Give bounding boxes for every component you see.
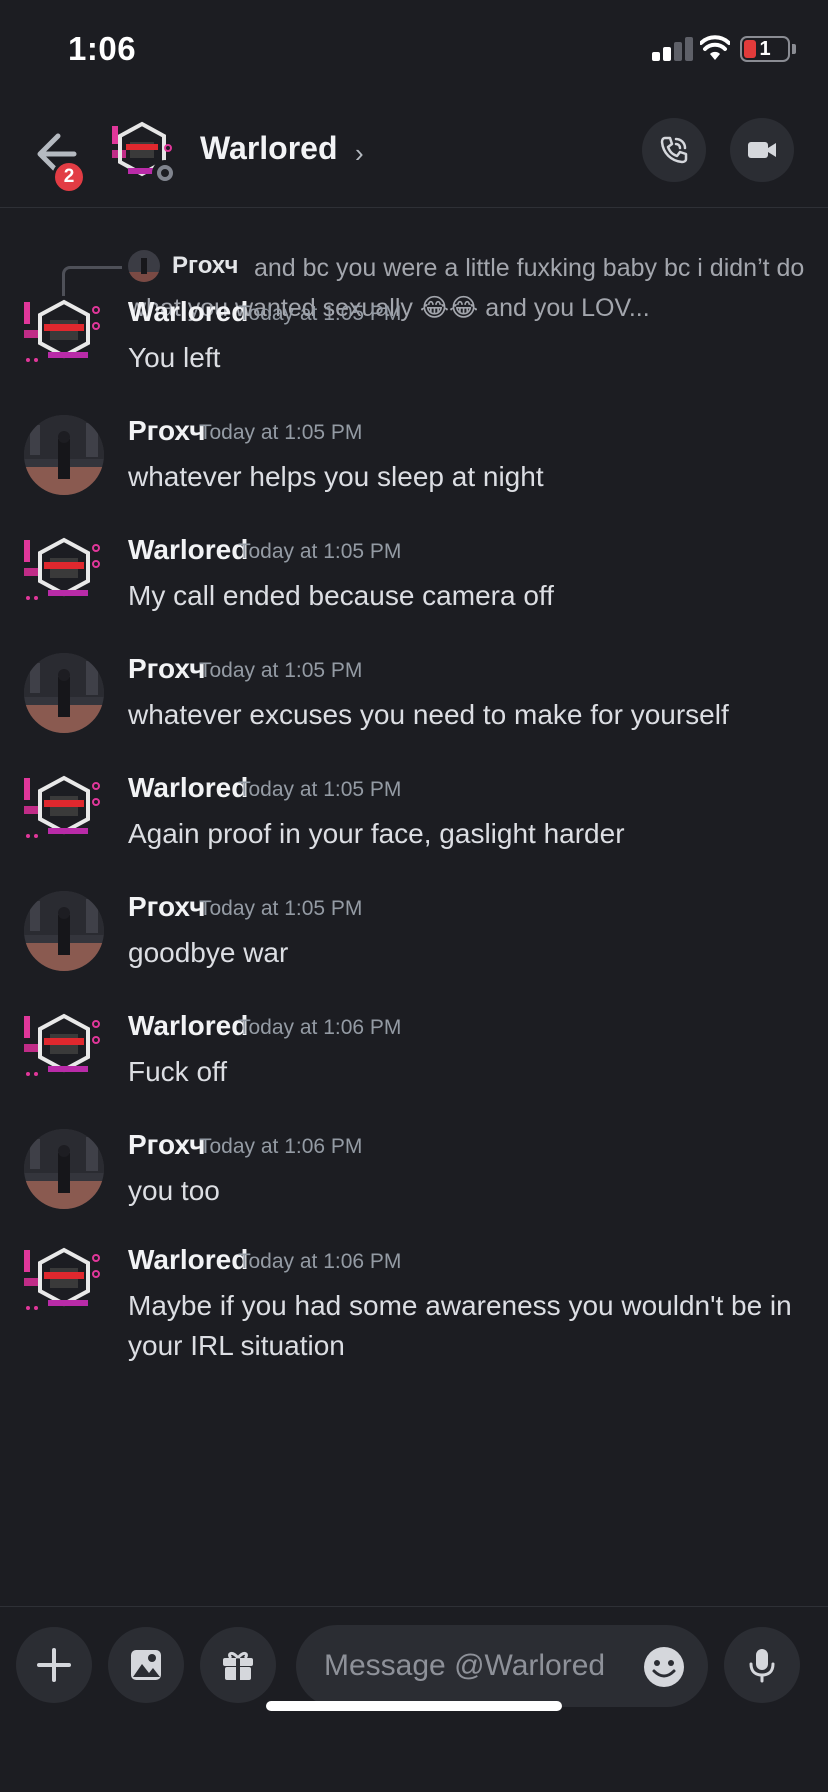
offline-status-icon — [152, 160, 178, 186]
status-time: 1:06 — [68, 30, 137, 67]
message-text: Maybe if you had some awareness you woul… — [128, 1290, 792, 1361]
status-bar: 1:06 1 — [0, 0, 828, 100]
message-author[interactable]: Warlored — [128, 1010, 248, 1042]
battery-icon: 1 — [740, 36, 790, 62]
message-list[interactable]: and bc you were a little fuxking baby bc… — [0, 208, 828, 1604]
phone-call-icon — [660, 136, 688, 164]
video-camera-icon — [748, 142, 776, 158]
message-author[interactable]: Ргохч — [128, 891, 206, 923]
proxch-avatar[interactable] — [24, 653, 104, 733]
plus-icon — [37, 1648, 71, 1682]
battery-level: 1 — [759, 38, 771, 60]
warlored-avatar[interactable] — [22, 296, 104, 378]
message-timestamp: Today at 1:05 PM — [238, 540, 402, 563]
message-text: Fuck off — [128, 1056, 228, 1087]
voice-message-button[interactable] — [724, 1627, 800, 1703]
message-author[interactable]: Warlored — [128, 772, 248, 804]
microphone-icon — [749, 1649, 775, 1683]
reply-author-name[interactable]: Ргохч — [172, 252, 238, 280]
message-timestamp: Today at 1:05 PM — [238, 302, 402, 325]
home-indicator — [266, 1701, 562, 1711]
proxch-avatar[interactable] — [24, 891, 104, 971]
voice-call-button[interactable] — [642, 118, 706, 182]
message-text: whatever excuses you need to make for yo… — [128, 699, 729, 730]
message-timestamp: Today at 1:05 PM — [199, 659, 363, 682]
proxch-avatar[interactable] — [24, 415, 104, 495]
gift-icon — [223, 1651, 253, 1680]
gallery-button[interactable] — [108, 1627, 184, 1703]
message-timestamp: Today at 1:06 PM — [238, 1250, 402, 1273]
message-author[interactable]: Warlored — [128, 1244, 248, 1276]
wifi-icon — [700, 35, 730, 60]
battery-nub — [792, 44, 796, 54]
warlored-avatar[interactable] — [22, 1010, 104, 1092]
message-timestamp: Today at 1:05 PM — [238, 778, 402, 801]
chevron-right-icon[interactable]: › — [355, 138, 364, 169]
message-text: whatever helps you sleep at night — [128, 461, 544, 492]
dm-name[interactable]: Warlored — [200, 130, 338, 167]
message-timestamp: Today at 1:06 PM — [238, 1016, 402, 1039]
gift-button[interactable] — [200, 1627, 276, 1703]
message-author[interactable]: Ргохч — [128, 1129, 206, 1161]
message-text: My call ended because camera off — [128, 580, 554, 611]
proxch-avatar[interactable] — [24, 1129, 104, 1209]
dm-header: 2 Warlored › — [0, 100, 828, 208]
message-text: Again proof in your face, gaslight harde… — [128, 818, 625, 849]
warlored-avatar[interactable] — [22, 534, 104, 616]
cellular-signal-icon — [652, 37, 698, 61]
message-text: goodbye war — [128, 937, 289, 968]
message-author[interactable]: Warlored — [128, 534, 248, 566]
image-gallery-icon — [131, 1650, 161, 1680]
emoji-smile-icon[interactable] — [642, 1645, 686, 1689]
add-attachment-button[interactable] — [16, 1627, 92, 1703]
warlored-avatar[interactable] — [22, 772, 104, 854]
message-author[interactable]: Warlored — [128, 296, 248, 328]
message-author[interactable]: Ргохч — [128, 415, 206, 447]
message-composer — [0, 1606, 828, 1792]
message-timestamp: Today at 1:05 PM — [199, 421, 363, 444]
message-timestamp: Today at 1:06 PM — [199, 1135, 363, 1158]
message-text: you too — [128, 1175, 220, 1206]
message-timestamp: Today at 1:05 PM — [199, 897, 363, 920]
video-call-button[interactable] — [730, 118, 794, 182]
message-text: You left — [128, 342, 221, 373]
message-author[interactable]: Ргохч — [128, 653, 206, 685]
unread-badge: 2 — [52, 160, 86, 194]
warlored-avatar[interactable] — [22, 1244, 104, 1326]
